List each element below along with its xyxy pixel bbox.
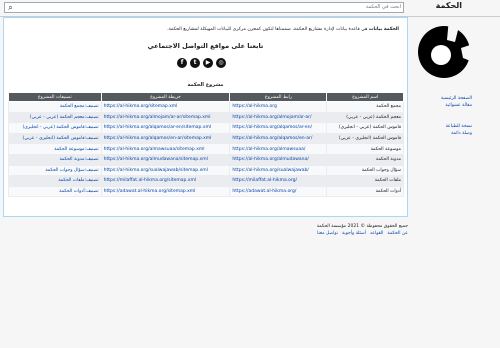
col-cat-header: تصنيفات المشروع (8, 92, 102, 102)
cell-url[interactable]: https://al-hikma.org/almudawana/ (229, 153, 328, 166)
cell-name: أدوات الحكمة (326, 185, 404, 198)
cell-name: مدونة الحكمة (326, 153, 404, 166)
cell-cat[interactable]: تصنيف:مدونة الحكمة (8, 153, 102, 166)
cell-map[interactable]: https://al-hikma.org/alqamos/en-ar/sitem… (100, 132, 231, 145)
cell-map[interactable]: https://al-hikma.org/alqamos/ar-en/sitem… (100, 122, 231, 134)
cell-url[interactable]: https://al-hikma.org/alqamos/ar-en/ (229, 122, 328, 134)
cell-cat[interactable]: تصنيف:معجم الحكمة (عربي - عربي) (8, 111, 102, 124)
top-bar: ⌕ الحكمة (0, 0, 500, 17)
projects-table-body: مجمع الحكمة https://al-hikma.org https://a… (8, 101, 404, 198)
cell-cat[interactable]: تصنيف:سؤال وجواب الحكمة (8, 164, 102, 177)
search-input[interactable] (17, 3, 401, 12)
main-content: الحكمة بيانات هي قاعدة بيانات لإدارة مشا… (3, 17, 408, 217)
footer-link-rules[interactable]: القواعد (370, 231, 384, 236)
table-row: معجم الحكمة (عربي - عربي) https://al-hikm… (8, 111, 404, 124)
cell-url[interactable]: https://adawat.al-hikma.org/ (229, 185, 328, 198)
sidebar-item-random[interactable]: مقالة عشوائية (412, 102, 472, 109)
cell-name: قاموس الحكمة (عربي - انجليزي) (326, 122, 404, 134)
cell-cat[interactable]: تصنيف:قاموس الحكمة (انجليزي - عربي) (8, 132, 102, 145)
footer-link-faq[interactable]: أسئلة وأجوبة (342, 231, 366, 236)
cell-map[interactable]: https://adawat.al-hikma.org/sitemap.xml (100, 185, 231, 198)
footer-copyright: جميع الحقوق محفوظة © 2021 مؤسسة الحكمة (316, 224, 408, 229)
projects-table: اسم المشروع رابط المشروع خريطة المشروع ت… (8, 92, 404, 198)
table-row: مجمع الحكمة https://al-hikma.org https://a… (8, 101, 404, 113)
table-row: أدوات الحكمة https://adawat.al-hikma.org/… (8, 185, 404, 198)
table-row: قاموس الحكمة (عربي - انجليزي) https://al-… (8, 122, 404, 134)
cell-map[interactable]: https://al-hikma.org/sualwajawab/sitemap… (100, 164, 231, 177)
cell-url[interactable]: https://al-hikma.org/sualwajawab/ (229, 164, 328, 177)
cell-map[interactable]: https://al-hikma.org/almojam/ar-ar/sitem… (100, 111, 231, 124)
footer-links: عن الحكمة القواعد أسئلة وأجوبة تواصل معن… (317, 231, 408, 236)
cell-name: موسوعة الحكمة (326, 143, 404, 155)
footer-link-contact[interactable]: تواصل معنا (317, 231, 338, 236)
table-row: مدونة الحكمة https://al-hikma.org/almudaw… (8, 153, 404, 166)
table-header-row: اسم المشروع رابط المشروع خريطة المشروع ت… (8, 92, 404, 102)
cell-cat[interactable]: تصنيف:مجمع الحكمة (8, 101, 102, 113)
cell-name: معجم الحكمة (عربي - عربي) (326, 111, 404, 124)
cell-url[interactable]: https://al-hikma.org/alqamos/en-ar/ (229, 132, 328, 145)
cell-map[interactable]: https://al-hikma.org/almawsuaa/sitemap.x… (100, 143, 231, 155)
cell-name: سؤال وجواب الحكمة (326, 164, 404, 177)
cell-url[interactable]: https://al-hikma.org/almojam/ar-ar/ (229, 111, 328, 124)
sidebar-item-permalink[interactable]: وصلة دائمة (412, 130, 472, 137)
projects-title: مشروع الحكمة (187, 82, 224, 88)
cell-cat[interactable]: تصنيف:قاموس الحكمة (عربي - انجليزي) (8, 122, 102, 134)
search-box[interactable]: ⌕ (4, 2, 404, 13)
table-row: ملفات الحكمة https://milaffat.al-hikma.or… (8, 175, 404, 187)
table-row: سؤال وجواب الحكمة https://al-hikma.org/su… (8, 164, 404, 177)
col-url-header: رابط المشروع (229, 92, 328, 102)
sidebar: الصفحة الرئيسية مقالة عشوائية نسخة للطبا… (412, 95, 472, 137)
site-title[interactable]: الحكمة (436, 1, 462, 10)
col-map-header: خريطة المشروع (100, 92, 231, 102)
table-row: موسوعة الحكمة https://al-hikma.org/almaws… (8, 143, 404, 155)
intro-text: هي قاعدة بيانات لإدارة مشاريع الحكمة، صم… (167, 27, 369, 32)
table-row: قاموس الحكمة (انجليزي - عربي) https://al-… (8, 132, 404, 145)
cell-name: مجمع الحكمة (326, 101, 404, 113)
cell-map[interactable]: https://al-hikma.org/almudawana/sitemap.… (100, 153, 231, 166)
cell-url[interactable]: https://al-hikma.org (229, 101, 328, 113)
facebook-icon[interactable]: f (177, 58, 187, 68)
sidebar-item-print[interactable]: نسخة للطباعة (412, 123, 472, 130)
col-name-header: اسم المشروع (326, 92, 404, 102)
search-icon[interactable]: ⌕ (6, 3, 15, 12)
cell-cat[interactable]: تصنيف:ملفات الحكمة (8, 175, 102, 187)
twitter-icon[interactable]: t (190, 58, 200, 68)
youtube-icon[interactable]: ▶ (203, 58, 213, 68)
cell-map[interactable]: https://milaffat.al-hikma.org/sitemap.xm… (100, 175, 231, 187)
cell-url[interactable]: https://al-hikma.org/almawsuaa/ (229, 143, 328, 155)
intro-paragraph: الحكمة بيانات هي قاعدة بيانات لإدارة مشا… (29, 27, 399, 33)
cell-cat[interactable]: تصنيف:أدوات الحكمة (8, 185, 102, 198)
intro-bold: الحكمة بيانات (368, 27, 399, 32)
follow-heading: تابعنا على مواقع التواصل الاجتماعي (147, 42, 264, 50)
footer-link-about[interactable]: عن الحكمة (387, 231, 408, 236)
cell-url[interactable]: https://milaffat.al-hikma.org/ (229, 175, 328, 187)
cell-name: قاموس الحكمة (انجليزي - عربي) (326, 132, 404, 145)
sidebar-item-home[interactable]: الصفحة الرئيسية (412, 95, 472, 102)
cell-map[interactable]: https://al-hikma.org/sitemap.xml (100, 101, 231, 113)
social-links: f t ▶ ◎ (177, 58, 226, 69)
instagram-icon[interactable]: ◎ (216, 58, 226, 68)
cell-name: ملفات الحكمة (326, 175, 404, 187)
site-logo[interactable] (417, 18, 473, 80)
cell-cat[interactable]: تصنيف:موسوعة الحكمة (8, 143, 102, 155)
